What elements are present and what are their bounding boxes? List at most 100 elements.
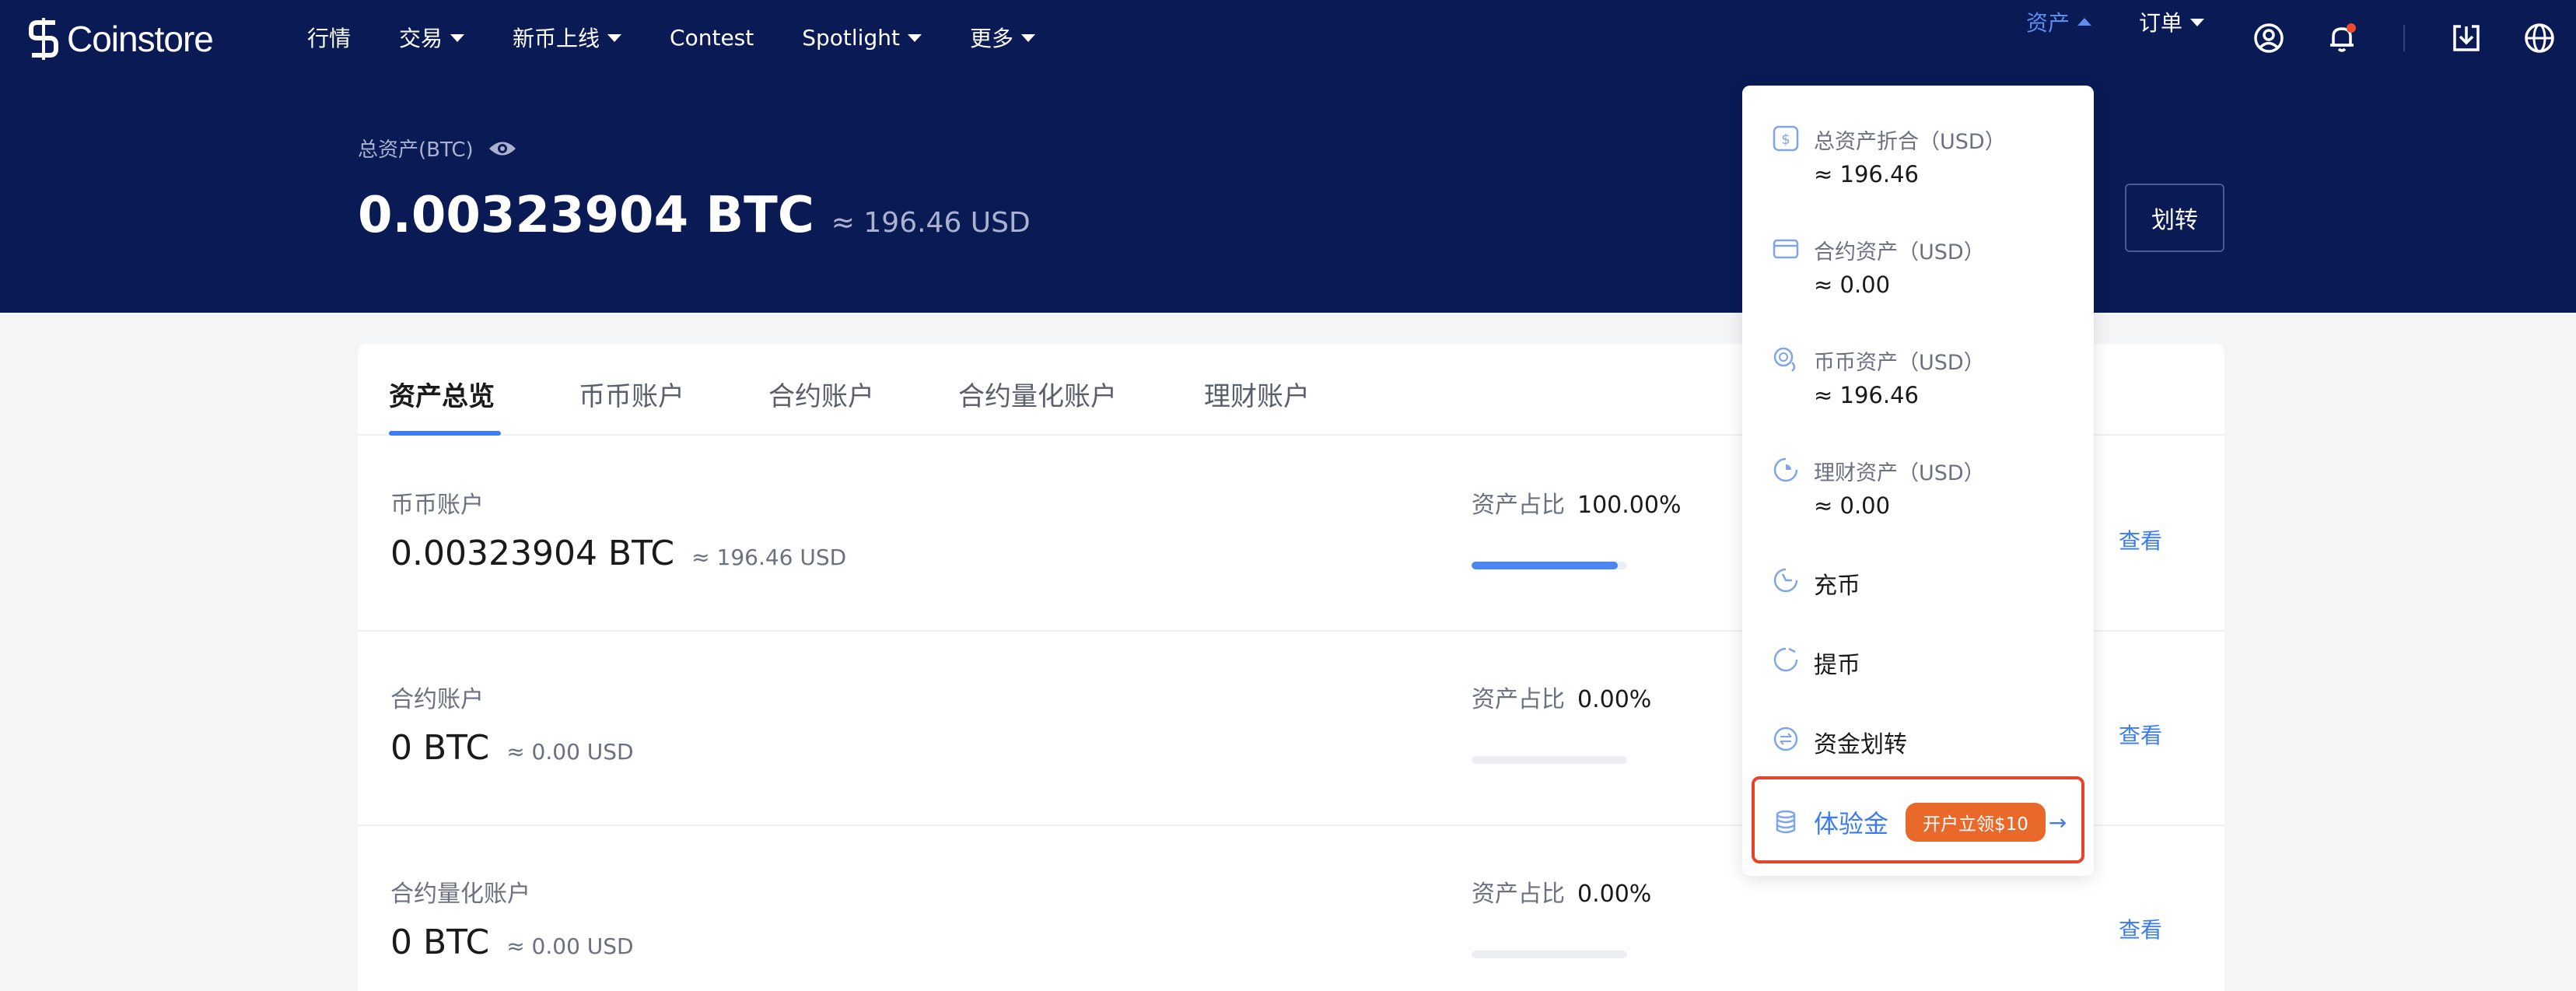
dropdown-item-label: 理财资产（USD） (1814, 461, 1985, 485)
coins-icon (1773, 347, 1796, 372)
tab-futures-account[interactable]: 合约账户 (768, 375, 874, 413)
dropdown-futures-assets[interactable]: 合约资产（USD） ≈ 0.00 (1772, 235, 1985, 298)
total-assets-label: 总资产(BTC) (358, 134, 517, 163)
total-usd-value: ≈ 196.46 USD (831, 207, 1031, 239)
dropdown-spot-assets[interactable]: 币币资产（USD） ≈ 196.46 (1772, 345, 1985, 408)
account-name: 合约账户 (390, 686, 484, 713)
svg-text:$: $ (1781, 131, 1790, 148)
dropdown-deposit[interactable]: 充币 (1772, 566, 1860, 601)
brand-name: Coinstore (67, 19, 214, 59)
active-tab-indicator (389, 431, 501, 436)
dropdown-withdraw[interactable]: 提币 (1772, 646, 1860, 680)
asset-ratio: 资产占比 0.00% (1472, 874, 1651, 909)
asset-ratio-bar (1472, 756, 1627, 764)
account-btc-value: 0 BTC (390, 728, 490, 768)
total-assets-label-text: 总资产(BTC) (358, 138, 474, 162)
nav-spotlight[interactable]: Spotlight (802, 22, 922, 53)
account-value: 0 BTC ≈ 0.00 USD (390, 923, 634, 962)
user-icon[interactable] (2252, 22, 2285, 54)
nav-markets-label: 行情 (307, 26, 352, 51)
finance-icon (1773, 457, 1798, 482)
account-usd-value: ≈ 196.46 USD (691, 545, 847, 570)
nav-assets[interactable]: 资产 (2026, 6, 2092, 37)
nav-more[interactable]: 更多 (970, 22, 1035, 53)
trial-fund-badge: 开户立领$10 (1906, 803, 2046, 842)
dollar-icon: $ (1773, 125, 1799, 152)
asset-ratio: 资产占比 100.00% (1472, 485, 1681, 520)
chevron-down-icon (2190, 19, 2205, 26)
dropdown-transfer-label: 资金划转 (1814, 731, 1907, 758)
asset-ratio-value: 100.00% (1577, 492, 1682, 519)
view-spot-account-link[interactable]: 查看 (2119, 524, 2162, 555)
nav-divider (2403, 25, 2405, 51)
asset-ratio-value: 0.00% (1577, 881, 1652, 908)
dropdown-item-label: 总资产折合（USD） (1814, 130, 2006, 154)
total-btc-value: 0.00323904 BTC (358, 187, 814, 244)
transfer-button[interactable]: 划转 (2125, 184, 2224, 252)
download-icon[interactable] (2450, 22, 2483, 54)
asset-ratio-label: 资产占比 (1472, 686, 1565, 713)
dropdown-total-assets[interactable]: $ 总资产折合（USD） ≈ 196.46 (1772, 124, 2006, 187)
asset-ratio-bar (1472, 562, 1627, 569)
coin-stack-icon (1776, 810, 1796, 834)
nav-more-label: 更多 (969, 26, 1013, 51)
chevron-down-icon (450, 34, 465, 42)
main-nav: 行情 交易 新币上线 Contest Spotlight 更多 (307, 22, 1083, 53)
coinstore-logo-icon (29, 18, 58, 60)
account-usd-value: ≈ 0.00 USD (506, 933, 634, 959)
dropdown-item-amount: ≈ 0.00 (1814, 492, 1891, 519)
nav-trade[interactable]: 交易 (399, 22, 465, 53)
account-value: 0 BTC ≈ 0.00 USD (390, 728, 634, 768)
total-assets-value: 0.00323904 BTC ≈ 196.46 USD (358, 187, 1031, 244)
nav-trade-label: 交易 (399, 26, 443, 51)
asset-ratio-label: 资产占比 (1472, 881, 1565, 908)
asset-ratio-label: 资产占比 (1472, 492, 1565, 519)
deposit-icon (1773, 568, 1798, 593)
nav-markets[interactable]: 行情 (307, 22, 351, 53)
account-btc-value: 0.00323904 BTC (390, 534, 675, 573)
card-icon (1773, 239, 1799, 259)
chevron-down-icon (1020, 34, 1035, 42)
view-futures-account-link[interactable]: 查看 (2119, 719, 2162, 750)
nav-contest[interactable]: Contest (670, 22, 754, 53)
dropdown-trial-fund[interactable]: 体验金 开户立领$10 → (1772, 803, 2067, 842)
asset-ratio-bar (1472, 951, 1627, 958)
tab-spot-account[interactable]: 币币账户 (579, 375, 684, 413)
nav-new-listings-label: 新币上线 (513, 26, 600, 51)
coinstore-logo[interactable]: Coinstore (28, 16, 214, 62)
dropdown-withdraw-label: 提币 (1814, 652, 1860, 679)
nav-new-listings[interactable]: 新币上线 (513, 22, 622, 53)
nav-contest-label: Contest (670, 24, 754, 51)
account-name: 币币账户 (390, 492, 484, 519)
nav-orders-label: 订单 (2139, 10, 2183, 36)
dropdown-item-amount: ≈ 196.46 (1814, 382, 1919, 408)
assets-dropdown-menu: $ 总资产折合（USD） ≈ 196.46 合约资产（USD） ≈ 0.00 币… (1742, 86, 2094, 876)
nav-orders[interactable]: 订单 (2139, 6, 2205, 37)
nav-spotlight-label: Spotlight (802, 24, 900, 51)
dropdown-finance-assets[interactable]: 理财资产（USD） ≈ 0.00 (1772, 456, 1985, 519)
globe-icon[interactable] (2523, 22, 2556, 54)
tab-overview[interactable]: 资产总览 (389, 375, 495, 413)
account-value: 0.00323904 BTC ≈ 196.46 USD (390, 534, 846, 573)
arrow-right-icon: → (2048, 809, 2067, 835)
withdraw-icon (1773, 647, 1798, 672)
account-usd-value: ≈ 0.00 USD (506, 739, 634, 765)
chevron-down-icon (607, 34, 622, 42)
trial-fund-label: 体验金 (1814, 809, 1889, 839)
eye-icon[interactable] (488, 138, 517, 159)
dropdown-item-label: 币币资产（USD） (1814, 351, 1985, 375)
tab-quant-account[interactable]: 合约量化账户 (958, 375, 1117, 413)
bell-icon[interactable] (2326, 22, 2358, 54)
asset-ratio-bar-fill (1472, 562, 1618, 569)
chevron-up-icon (2077, 18, 2092, 26)
account-btc-value: 0 BTC (390, 923, 490, 962)
chevron-down-icon (907, 34, 922, 42)
dropdown-transfer[interactable]: 资金划转 (1772, 725, 1907, 759)
view-quant-account-link[interactable]: 查看 (2119, 913, 2162, 944)
account-name: 合约量化账户 (390, 881, 530, 908)
dropdown-deposit-label: 充币 (1814, 573, 1860, 600)
asset-ratio: 资产占比 0.00% (1472, 680, 1651, 714)
dropdown-item-amount: ≈ 196.46 (1814, 161, 1919, 187)
tab-finance-account[interactable]: 理财账户 (1204, 375, 1310, 413)
transfer-icon (1773, 727, 1798, 751)
